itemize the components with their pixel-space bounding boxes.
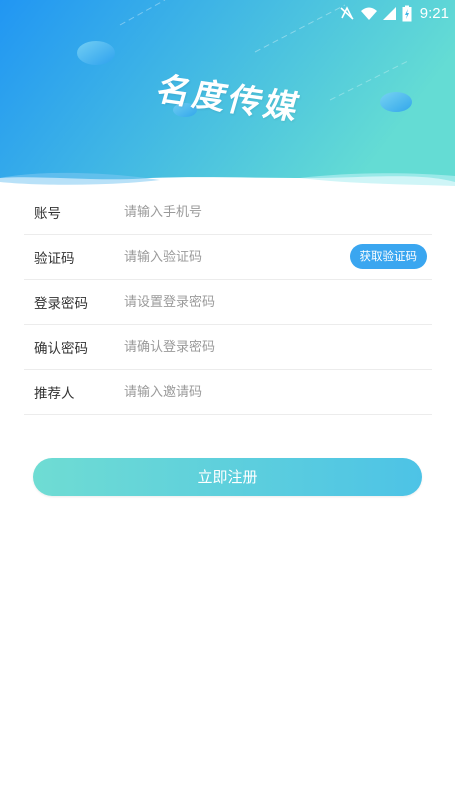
password-label: 登录密码	[34, 296, 88, 312]
status-bar: 9:21	[0, 0, 455, 26]
register-button[interactable]: 立即注册	[33, 458, 422, 496]
register-page: 9:21 名度传媒 账号 验证码 获取验证码 登录密码 确认密码 推荐人 立即注…	[0, 0, 455, 809]
cell-signal-icon	[382, 5, 397, 21]
header-banner: 9:21 名度传媒	[0, 0, 455, 200]
register-form: 账号 验证码 获取验证码 登录密码 确认密码 推荐人	[24, 190, 432, 415]
referrer-row: 推荐人	[24, 370, 432, 415]
confirm-password-row: 确认密码	[24, 325, 432, 370]
account-row: 账号	[24, 190, 432, 235]
verification-code-row: 验证码 获取验证码	[24, 235, 432, 280]
no-signal-icon	[339, 5, 355, 21]
battery-charging-icon	[402, 5, 412, 22]
account-label: 账号	[34, 206, 61, 222]
get-code-button[interactable]: 获取验证码	[349, 244, 427, 269]
referrer-label: 推荐人	[34, 386, 75, 402]
wifi-icon	[360, 5, 378, 21]
confirm-password-input[interactable]	[124, 332, 344, 362]
password-input[interactable]	[124, 287, 344, 317]
verification-code-input[interactable]	[124, 242, 344, 272]
phone-input[interactable]	[124, 197, 344, 227]
status-time: 9:21	[419, 4, 449, 22]
invite-code-input[interactable]	[124, 377, 344, 407]
confirm-password-label: 确认密码	[34, 341, 88, 357]
verification-code-label: 验证码	[34, 251, 75, 267]
password-row: 登录密码	[24, 280, 432, 325]
